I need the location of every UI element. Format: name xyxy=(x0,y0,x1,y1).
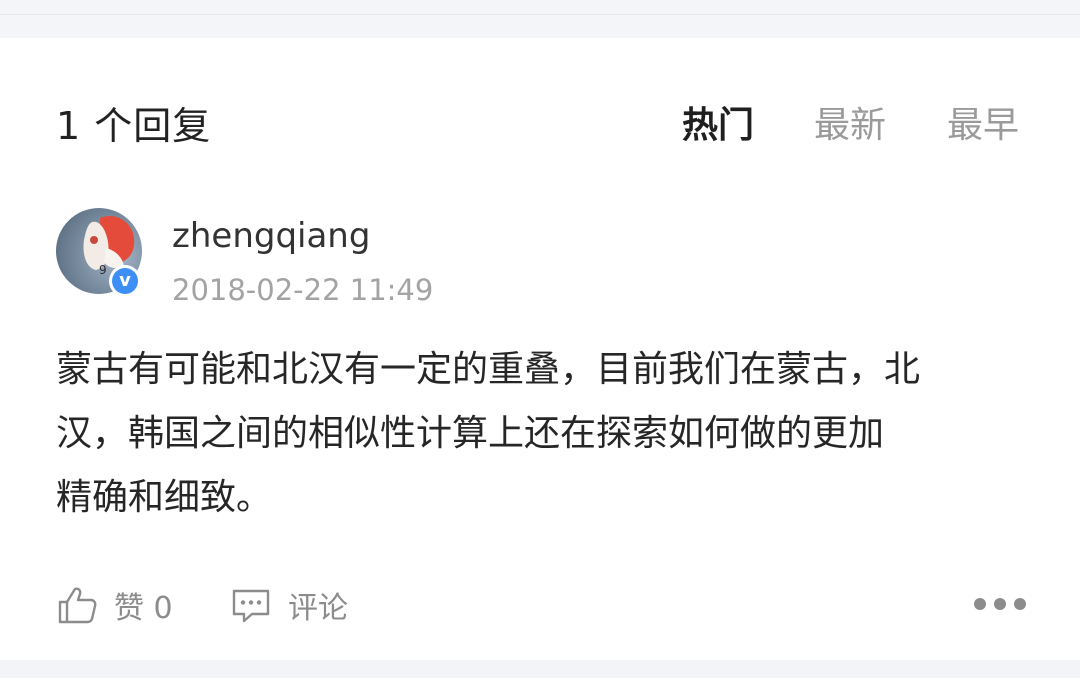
comment-timestamp: 2018-02-22 11:49 xyxy=(172,273,434,307)
top-spacer xyxy=(0,0,1080,38)
sort-tab-newest[interactable]: 最新 xyxy=(814,104,886,148)
reply-count-heading: 1 个回复 xyxy=(56,104,212,148)
sort-tab-oldest[interactable]: 最早 xyxy=(947,104,1019,148)
top-divider xyxy=(0,14,1080,15)
verified-mark: v xyxy=(112,268,138,294)
comment-line: 精确和细致。 xyxy=(56,477,273,518)
more-options-icon[interactable] xyxy=(972,592,1028,616)
bottom-spacer xyxy=(0,660,1080,678)
comment-line: 汉，韩国之间的相似性计算上还在探索如何做的更加 xyxy=(56,413,885,454)
verified-badge-icon: v xyxy=(109,265,141,297)
dot xyxy=(974,598,986,610)
svg-text:9: 9 xyxy=(99,263,107,277)
reply-button[interactable]: 评论 xyxy=(230,580,348,630)
dot xyxy=(994,598,1006,610)
thumbs-up-icon xyxy=(58,587,97,624)
comment-line: 蒙古有可能和北汉有一定的重叠，目前我们在蒙古，北 xyxy=(56,349,921,390)
comment-text: 蒙古有可能和北汉有一定的重叠，目前我们在蒙古，北 汉，韩国之间的相似性计算上还在… xyxy=(56,338,1036,530)
comment-bubble-icon xyxy=(232,589,270,623)
dot xyxy=(1014,598,1026,610)
reply-label: 评论 xyxy=(288,591,348,626)
like-count-label: 赞 0 xyxy=(114,591,173,626)
comment-author[interactable]: zhengqiang xyxy=(172,214,370,258)
sort-tab-hot[interactable]: 热门 xyxy=(682,104,754,148)
like-button[interactable]: 赞 0 xyxy=(56,580,173,630)
